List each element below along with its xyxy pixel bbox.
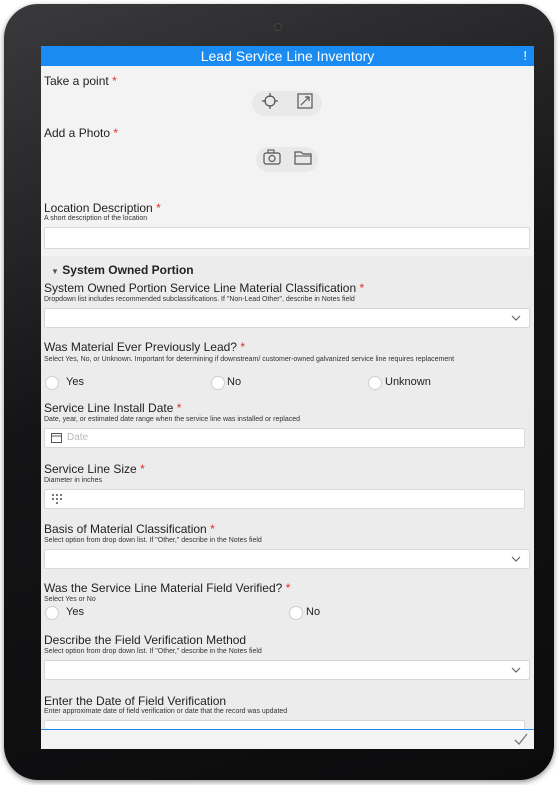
radio-verified-yes[interactable] [45, 606, 59, 620]
camera-icon [275, 24, 281, 30]
header-bar: Lead Service Line Inventory ! [41, 46, 534, 66]
verification-method-dropdown[interactable] [44, 660, 530, 680]
line-size-hint: Diameter in inches [44, 477, 102, 484]
add-photo-buttons [256, 147, 318, 172]
basis-dropdown[interactable] [44, 549, 530, 569]
required-mark: * [240, 340, 245, 354]
radio-no-label: No [227, 376, 242, 388]
material-text: System Owned Portion Service Line Materi… [44, 281, 357, 295]
required-mark: * [176, 401, 182, 415]
verification-method-hint: Select option from drop down list. If "O… [44, 648, 262, 655]
location-label: Location Description * [44, 201, 161, 215]
basis-label: Basis of Material Classification * [44, 522, 215, 536]
bottom-bar [41, 729, 534, 749]
verification-date-input[interactable] [44, 720, 525, 729]
required-mark: * [140, 462, 145, 476]
radio-unknown[interactable] [368, 376, 382, 390]
radio-yes-label: Yes [66, 376, 84, 388]
app-screen: Lead Service Line Inventory ! Take a poi… [41, 46, 534, 749]
required-mark: * [156, 201, 161, 215]
crosshair-icon[interactable] [261, 92, 279, 115]
radio-verified-yes-label: Yes [66, 606, 84, 618]
section-title: System Owned Portion [62, 263, 194, 277]
required-mark: * [359, 281, 365, 295]
location-input[interactable] [44, 227, 530, 249]
verification-date-hint: Enter approximate date of field verifica… [44, 708, 288, 715]
tablet-frame: Lead Service Line Inventory ! Take a poi… [4, 4, 554, 780]
calendar-icon [51, 433, 62, 443]
install-date-text: Service Line Install Date [44, 401, 174, 415]
chevron-down-icon [511, 667, 521, 673]
install-date-placeholder: Date [67, 432, 89, 443]
chevron-down-icon [511, 315, 521, 321]
previously-lead-label: Was Material Ever Previously Lead? * [44, 340, 245, 354]
line-size-label: Service Line Size * [44, 462, 145, 476]
add-photo-label: Add a Photo * [44, 126, 118, 140]
field-verified-hint: Select Yes or No [44, 596, 96, 603]
field-verified-text: Was the Service Line Material Field Veri… [44, 581, 283, 595]
map-point-icon[interactable] [296, 92, 314, 115]
required-mark: * [285, 581, 291, 595]
folder-icon[interactable] [293, 149, 312, 170]
field-verified-label: Was the Service Line Material Field Veri… [44, 581, 290, 595]
section-header[interactable]: ▼ System Owned Portion [51, 263, 194, 277]
location-text: Location Description [44, 201, 153, 215]
material-dropdown[interactable] [44, 308, 530, 328]
material-hint: Dropdown list includes recommended subcl… [44, 296, 355, 303]
radio-no[interactable] [211, 376, 225, 390]
previously-lead-text: Was Material Ever Previously Lead? [44, 340, 237, 354]
verification-method-label: Describe the Field Verification Method [44, 633, 247, 647]
camera-icon[interactable] [262, 149, 281, 170]
required-mark: * [113, 126, 119, 140]
material-label: System Owned Portion Service Line Materi… [44, 281, 364, 295]
install-date-label: Service Line Install Date * [44, 401, 181, 415]
chevron-down-icon [511, 556, 521, 562]
add-photo-text: Add a Photo [44, 126, 111, 140]
take-point-text: Take a point [44, 74, 109, 88]
keypad-icon [52, 494, 62, 504]
check-icon[interactable] [514, 733, 528, 745]
radio-unknown-label: Unknown [385, 376, 431, 388]
install-date-input[interactable]: Date [44, 428, 525, 448]
system-owned-section: ▼ System Owned Portion System Owned Port… [41, 256, 534, 729]
radio-yes[interactable] [45, 376, 59, 390]
basis-text: Basis of Material Classification [44, 522, 207, 536]
caret-down-icon: ▼ [51, 267, 59, 276]
line-size-input[interactable] [44, 489, 525, 509]
alert-icon[interactable]: ! [523, 48, 527, 63]
basis-hint: Select option from drop down list. If "O… [44, 537, 262, 544]
previously-lead-hint: Select Yes, No, or Unknown. Important fo… [44, 356, 455, 363]
take-point-buttons [252, 91, 322, 116]
take-point-label: Take a point * [44, 74, 117, 88]
required-mark: * [112, 74, 117, 88]
location-hint: A short description of the location [44, 215, 148, 222]
verification-date-label: Enter the Date of Field Verification [44, 694, 227, 708]
install-date-hint: Date, year, or estimated date range when… [44, 416, 301, 423]
radio-verified-no-label: No [306, 606, 321, 618]
line-size-text: Service Line Size [44, 462, 137, 476]
radio-verified-no[interactable] [289, 606, 303, 620]
form-scroll[interactable]: Take a point * Add a Photo * Location De… [41, 66, 534, 729]
required-mark: * [210, 522, 215, 536]
page-title: Lead Service Line Inventory [200, 48, 375, 64]
